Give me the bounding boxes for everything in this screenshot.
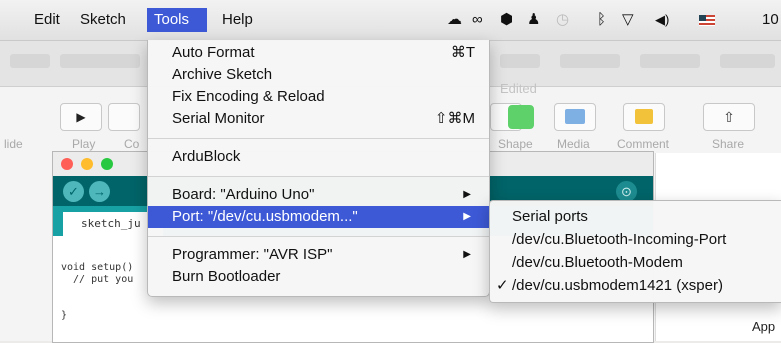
menu-item-burn-bootloader[interactable]: Burn Bootloader [148, 266, 489, 288]
share-button[interactable]: ⇧ [703, 103, 755, 131]
menu-item-board[interactable]: Board: "Arduino Uno" ▶ [148, 184, 489, 206]
play-label: Play [72, 137, 96, 151]
menu-separator [148, 236, 489, 237]
menu-item-label: Fix Encoding & Reload [172, 88, 325, 105]
menu-separator [148, 176, 489, 177]
menu-item-port[interactable]: Port: "/dev/cu.usbmodem..." ▶ [148, 206, 489, 228]
slide-label: lide [4, 137, 23, 151]
submenu-header-label: Serial ports [512, 208, 588, 225]
faded-tab [560, 54, 620, 68]
comment-label: Comment [617, 137, 670, 151]
port-item-label: /dev/cu.Bluetooth-Modem [512, 254, 683, 271]
collaborate-label: Co [124, 137, 140, 151]
app-partial-text: App [752, 319, 776, 334]
creative-cloud-icon[interactable]: ☁ [447, 11, 462, 29]
menu-tools[interactable]: Tools [147, 8, 207, 32]
shortcut-label: ⇧⌘M [434, 110, 475, 127]
faded-tab [60, 54, 140, 68]
wifi-icon[interactable]: ▽ [622, 11, 634, 29]
share-label: Share [712, 137, 745, 151]
media-label: Media [557, 137, 590, 151]
menu-item-fix-encoding[interactable]: Fix Encoding & Reload [148, 86, 489, 108]
collaborate-button[interactable] [108, 103, 140, 131]
code-line[interactable]: void setup() [61, 262, 133, 274]
faded-tab [10, 54, 50, 68]
bell-icon[interactable]: ♟ [527, 11, 540, 29]
edited-label: Edited [500, 81, 537, 96]
port-item-bluetooth-incoming[interactable]: /dev/cu.Bluetooth-Incoming-Port [490, 228, 781, 251]
shape-label: Shape [498, 137, 533, 151]
menu-item-label: Burn Bootloader [172, 268, 281, 285]
menu-item-ardublock[interactable]: ArduBlock [148, 146, 489, 168]
faded-tab [500, 54, 540, 68]
upload-icon[interactable]: → [89, 181, 110, 202]
code-line[interactable]: // put you [61, 274, 133, 286]
port-item-usbmodem[interactable]: ✓ /dev/cu.usbmodem1421 (xsper) [490, 274, 781, 297]
faded-tab [720, 54, 775, 68]
submenu-arrow-icon: ▶ [463, 211, 471, 222]
menu-bar: Edit Sketch Tools Help ☁ ∞ ⬢ ♟ ◷ ᛒ ▽ ◀) … [0, 0, 781, 41]
menu-help[interactable]: Help [215, 8, 260, 32]
menu-item-label: Programmer: "AVR ISP" [172, 246, 333, 263]
volume-icon[interactable]: ◀) [655, 11, 669, 29]
menu-item-label: Port: "/dev/cu.usbmodem..." [172, 208, 358, 225]
menu-separator [148, 138, 489, 139]
checkmark-icon: ✓ [496, 277, 509, 294]
time-machine-icon[interactable]: ◷ [556, 11, 569, 29]
tools-dropdown-menu: Auto Format ⌘T Archive Sketch Fix Encodi… [147, 40, 490, 297]
port-item-label: /dev/cu.usbmodem1421 (xsper) [512, 277, 723, 294]
faded-tab [640, 54, 700, 68]
menu-item-programmer[interactable]: Programmer: "AVR ISP" ▶ [148, 244, 489, 266]
minimize-window-icon[interactable] [81, 158, 93, 170]
submenu-header: Serial ports [490, 205, 781, 228]
menu-item-label: Board: "Arduino Uno" [172, 186, 315, 203]
port-submenu: Serial ports /dev/cu.Bluetooth-Incoming-… [489, 200, 781, 303]
shape-button[interactable] [508, 105, 534, 129]
port-item-bluetooth-modem[interactable]: /dev/cu.Bluetooth-Modem [490, 251, 781, 274]
menu-item-label: Archive Sketch [172, 66, 273, 83]
code-line[interactable]: } [61, 310, 67, 322]
us-flag-icon[interactable] [699, 15, 715, 26]
serial-monitor-icon[interactable]: ⊙ [616, 181, 637, 202]
media-icon [565, 109, 585, 124]
submenu-arrow-icon: ▶ [463, 249, 471, 260]
comment-button[interactable] [623, 103, 665, 131]
comment-icon [635, 109, 653, 124]
play-button[interactable]: ▶ [60, 103, 102, 131]
media-button[interactable] [554, 103, 596, 131]
menu-item-archive-sketch[interactable]: Archive Sketch [148, 64, 489, 86]
menu-item-auto-format[interactable]: Auto Format ⌘T [148, 42, 489, 64]
menu-sketch[interactable]: Sketch [73, 8, 133, 32]
menu-item-label: ArduBlock [172, 148, 241, 165]
share-icon: ⇧ [723, 109, 735, 125]
menu-item-label: Serial Monitor [172, 110, 265, 127]
close-window-icon[interactable] [61, 158, 73, 170]
clock[interactable]: 10 [762, 11, 779, 29]
verify-icon[interactable]: ✓ [63, 181, 84, 202]
shortcut-label: ⌘T [450, 44, 475, 61]
link-icon[interactable]: ∞ [472, 11, 483, 29]
zoom-window-icon[interactable] [101, 158, 113, 170]
menu-item-label: Auto Format [172, 44, 255, 61]
submenu-arrow-icon: ▶ [463, 189, 471, 200]
play-icon: ▶ [76, 110, 86, 124]
menu-edit[interactable]: Edit [27, 8, 67, 32]
bluetooth-icon[interactable]: ᛒ [597, 11, 606, 29]
hexagon-icon[interactable]: ⬢ [500, 11, 513, 29]
menu-item-serial-monitor[interactable]: Serial Monitor ⇧⌘M [148, 108, 489, 130]
port-item-label: /dev/cu.Bluetooth-Incoming-Port [512, 231, 727, 248]
